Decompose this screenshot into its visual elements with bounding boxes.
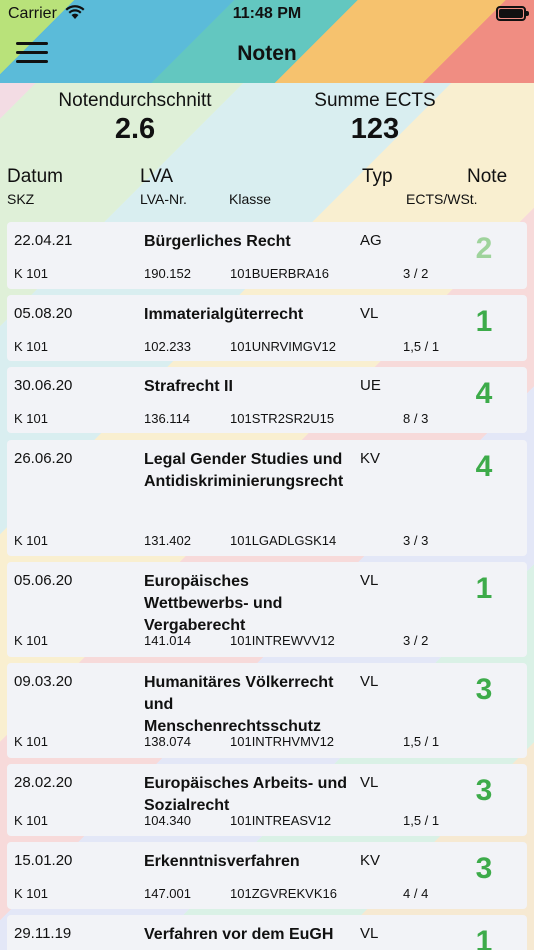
- grade-klasse: 101INTREWVV12: [230, 633, 335, 648]
- ects-label: Summe ECTS: [314, 90, 436, 111]
- column-note: Note: [467, 166, 508, 187]
- grade-card[interactable]: 15.01.20 Erkenntnisverfahren KV 3 K 101 …: [7, 842, 527, 909]
- grade-skz: K 101: [14, 533, 48, 548]
- grade-lva-nr: 147.001: [144, 886, 191, 901]
- grade-skz: K 101: [14, 339, 48, 354]
- grade-lva-nr: 131.402: [144, 533, 191, 548]
- grade-ects: 3 / 2: [403, 266, 429, 281]
- column-ects-wst: ECTS/WSt.: [406, 191, 478, 207]
- grade-title: Strafrecht II: [144, 378, 233, 395]
- grade-skz: K 101: [14, 633, 48, 648]
- grade-card[interactable]: 30.06.20 Strafrecht II UE 4 K 101 136.11…: [7, 367, 527, 433]
- average-block: Notendurchschnitt 2.6: [40, 90, 230, 146]
- average-label: Notendurchschnitt: [58, 90, 212, 111]
- column-skz: SKZ: [7, 191, 35, 207]
- grade-lva-nr: 104.340: [144, 813, 191, 828]
- status-time: 11:48 PM: [232, 5, 302, 22]
- grade-klasse: 101INTREASV12: [230, 813, 332, 828]
- grade-skz: K 101: [14, 266, 48, 281]
- grade-typ: VL: [360, 673, 379, 690]
- grade-card[interactable]: 22.04.21 Bürgerliches Recht AG 2 K 101 1…: [7, 222, 527, 289]
- grade-typ: UE: [360, 377, 381, 394]
- grade-klasse: 101BUERBRA16: [230, 266, 329, 281]
- ects-value: 123: [350, 113, 400, 145]
- grade-card[interactable]: 26.06.20 Legal Gender Studies und Antidi…: [7, 440, 527, 556]
- grade-typ: VL: [360, 572, 379, 589]
- grade-klasse: 101UNRVIMGV12: [230, 339, 336, 354]
- grade-typ: VL: [360, 774, 379, 791]
- grade-date: 15.01.20: [14, 852, 73, 869]
- grade-title: Bürgerliches Recht: [144, 233, 291, 250]
- grade-ects: 1,5 / 1: [403, 813, 440, 828]
- status-bar: Carrier 11:48 PM: [0, 0, 534, 28]
- battery-icon: [496, 6, 529, 21]
- grade-typ: VL: [360, 925, 379, 942]
- grade-note: 1: [475, 305, 493, 338]
- grade-date: 09.03.20: [14, 673, 73, 690]
- column-lva-nr: LVA-Nr.: [140, 191, 187, 207]
- grade-date: 29.11.19: [14, 925, 72, 942]
- column-typ: Typ: [362, 166, 393, 187]
- grade-lva-nr: 136.114: [144, 411, 191, 426]
- grade-title: Verfahren vor dem EuGH: [144, 926, 334, 943]
- grade-klasse: 101INTRHVMV12: [230, 734, 335, 749]
- grade-card[interactable]: 05.08.20 Immaterialgüterrecht VL 1 K 101…: [7, 295, 527, 361]
- grade-ects: 4 / 4: [403, 886, 429, 901]
- grade-card[interactable]: 09.03.20 Humanitäres Völkerrecht und Men…: [7, 663, 527, 758]
- grade-card[interactable]: 05.06.20 Europäisches Wettbewerbs- und V…: [7, 562, 527, 657]
- ects-block: Summe ECTS 123: [295, 90, 455, 146]
- grade-title: Humanitäres Völkerrecht und Menschenrech…: [144, 674, 334, 735]
- grade-title: Erkenntnisverfahren: [144, 853, 300, 870]
- grade-lva-nr: 190.152: [144, 266, 191, 281]
- grade-klasse: 101LGADLGSK14: [230, 533, 337, 548]
- grade-klasse: 101STR2SR2U15: [230, 411, 335, 426]
- grade-note: 3: [475, 852, 493, 885]
- grade-ects: 3 / 2: [403, 633, 429, 648]
- column-datum: Datum: [7, 166, 63, 187]
- grade-skz: K 101: [14, 813, 48, 828]
- column-klasse: Klasse: [229, 191, 272, 207]
- grade-date: 22.04.21: [14, 232, 73, 249]
- grade-summary: Notendurchschnitt 2.6 Summe ECTS 123: [0, 90, 534, 155]
- grade-skz: K 101: [14, 411, 48, 426]
- grade-note: 3: [475, 673, 493, 706]
- grade-lva-nr: 138.074: [144, 734, 191, 749]
- page-title: Noten: [237, 42, 297, 65]
- grade-date: 05.08.20: [14, 305, 73, 322]
- grade-lva-nr: 102.233: [144, 339, 191, 354]
- grade-ects: 8 / 3: [403, 411, 429, 426]
- grade-date: 30.06.20: [14, 377, 73, 394]
- grade-note: 1: [475, 572, 493, 605]
- grade-date: 05.06.20: [14, 572, 73, 589]
- grade-skz: K 101: [14, 734, 48, 749]
- column-lva: LVA: [140, 166, 174, 187]
- column-headers: Datum SKZ LVA LVA-Nr. Klasse Typ Note EC…: [0, 166, 534, 216]
- grade-note: 4: [475, 377, 493, 410]
- grade-note: 3: [475, 774, 493, 807]
- grade-title: Europäisches Arbeits- und Sozialrecht: [144, 775, 347, 814]
- grade-typ: VL: [360, 305, 379, 322]
- grade-title: Legal Gender Studies und Antidiskriminie…: [144, 451, 344, 490]
- grade-klasse: 101ZGVREKVK16: [230, 886, 337, 901]
- grade-title: Europäisches Wettbewerbs- und Vergaberec…: [144, 573, 283, 634]
- grade-typ: KV: [360, 852, 381, 869]
- grade-typ: AG: [360, 232, 382, 249]
- grade-note: 2: [475, 232, 493, 265]
- grade-note: 4: [475, 450, 493, 483]
- grade-date: 26.06.20: [14, 450, 73, 467]
- grade-date: 28.02.20: [14, 774, 73, 791]
- grade-lva-nr: 141.014: [144, 633, 191, 648]
- grade-typ: KV: [360, 450, 381, 467]
- grade-note: 1: [475, 925, 493, 950]
- grade-title: Immaterialgüterrecht: [144, 306, 304, 323]
- average-value: 2.6: [114, 113, 156, 145]
- grade-ects: 1,5 / 1: [403, 734, 440, 749]
- grade-card[interactable]: 28.02.20 Europäisches Arbeits- und Sozia…: [7, 764, 527, 836]
- grade-card[interactable]: 29.11.19 Verfahren vor dem EuGH VL 1: [7, 915, 527, 950]
- grade-ects: 3 / 3: [403, 533, 429, 548]
- navigation-header: Carrier 11:48 PM Noten: [0, 0, 534, 83]
- grade-skz: K 101: [14, 886, 48, 901]
- grade-ects: 1,5 / 1: [403, 339, 440, 354]
